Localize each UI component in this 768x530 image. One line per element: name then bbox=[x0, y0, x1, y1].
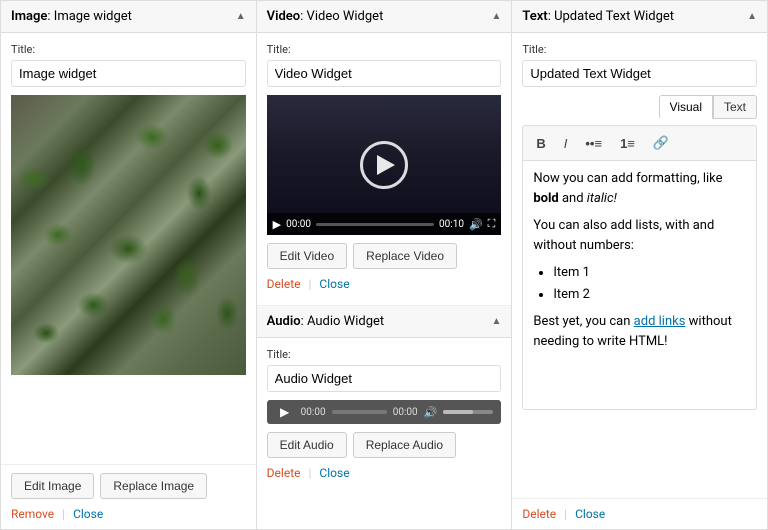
image-preview-inner bbox=[11, 95, 246, 375]
video-widget-body: Title: ▶ 00:00 00:10 🔊 bbox=[257, 33, 512, 301]
audio-time-current: 00:00 bbox=[301, 407, 326, 418]
editor-list-item-1: Item 1 bbox=[553, 263, 746, 283]
text-widget-title: Text: Updated Text Widget bbox=[522, 9, 674, 24]
audio-widget-collapse[interactable]: ▲ bbox=[491, 316, 501, 327]
text-close-link[interactable]: Close bbox=[575, 507, 605, 521]
video-widget-section: Video: Video Widget ▲ Title: ▶ 00:00 bbox=[257, 1, 512, 301]
video-btn-row: Edit Video Replace Video bbox=[267, 243, 502, 269]
tab-text[interactable]: Text bbox=[713, 95, 757, 119]
tab-visual[interactable]: Visual bbox=[659, 95, 713, 119]
video-widget-title: Video: Video Widget bbox=[267, 9, 384, 24]
text-widget-body: Title: Visual Text B I ••≡ 1≡ 🔗 Now you … bbox=[512, 33, 767, 498]
video-progress-bar[interactable] bbox=[316, 223, 434, 226]
video-time-current: 00:00 bbox=[286, 219, 311, 230]
editor-para-3: Best yet, you can add links without need… bbox=[533, 312, 746, 351]
image-title-label: Title: bbox=[11, 43, 246, 56]
edit-image-button[interactable]: Edit Image bbox=[11, 473, 94, 499]
audio-title-label: Title: bbox=[267, 348, 502, 361]
middle-panel-inner: Video: Video Widget ▲ Title: ▶ 00:00 bbox=[257, 1, 512, 529]
ivy-overlay bbox=[11, 95, 246, 375]
image-widget-footer: Edit Image Replace Image Remove | Close bbox=[1, 464, 256, 529]
audio-close-link[interactable]: Close bbox=[319, 466, 349, 480]
image-preview bbox=[11, 95, 246, 375]
audio-widget-header: Audio: Audio Widget ▲ bbox=[257, 306, 512, 338]
image-link-row: Remove | Close bbox=[11, 507, 246, 521]
audio-progress-bar[interactable] bbox=[332, 410, 387, 414]
text-widget-panel: Text: Updated Text Widget ▲ Title: Visua… bbox=[512, 0, 768, 530]
audio-volume-icon[interactable]: 🔊 bbox=[424, 406, 438, 419]
edit-video-button[interactable]: Edit Video bbox=[267, 243, 348, 269]
image-close-link[interactable]: Close bbox=[73, 507, 103, 521]
image-widget-panel: Image: Image widget ▲ Title: Edit Image … bbox=[0, 0, 257, 530]
replace-video-button[interactable]: Replace Video bbox=[353, 243, 457, 269]
image-title-input[interactable] bbox=[11, 60, 246, 87]
editor-list: Item 1 Item 2 bbox=[553, 263, 746, 304]
unordered-list-button[interactable]: ••≡ bbox=[578, 131, 609, 155]
video-widget-collapse[interactable]: ▲ bbox=[491, 11, 501, 22]
audio-widget-title: Audio: Audio Widget bbox=[267, 314, 384, 329]
audio-delete-link[interactable]: Delete bbox=[267, 466, 301, 480]
video-play-ctrl[interactable]: ▶ bbox=[273, 218, 281, 231]
image-widget-header: Image: Image widget ▲ bbox=[1, 1, 256, 33]
text-widget-footer: Delete | Close bbox=[512, 498, 767, 529]
audio-link-row: Delete | Close bbox=[267, 466, 502, 480]
video-controls: ▶ 00:00 00:10 🔊 ⛶ bbox=[267, 213, 502, 235]
editor-list-item-2: Item 2 bbox=[553, 285, 746, 305]
editor-para-1: Now you can add formatting, like bold an… bbox=[533, 169, 746, 208]
editor-tabs: Visual Text bbox=[522, 95, 757, 119]
editor-content[interactable]: Now you can add formatting, like bold an… bbox=[522, 160, 757, 410]
audio-play-button[interactable]: ▶ bbox=[275, 405, 295, 419]
audio-player: ▶ 00:00 00:00 🔊 bbox=[267, 400, 502, 424]
video-preview: ▶ 00:00 00:10 🔊 ⛶ bbox=[267, 95, 502, 235]
video-title-label: Title: bbox=[267, 43, 502, 56]
text-delete-link[interactable]: Delete bbox=[522, 507, 556, 521]
ordered-list-button[interactable]: 1≡ bbox=[613, 131, 642, 155]
editor-toolbar: B I ••≡ 1≡ 🔗 bbox=[522, 125, 757, 160]
audio-time-total: 00:00 bbox=[393, 407, 418, 418]
video-widget-header: Video: Video Widget ▲ bbox=[257, 1, 512, 33]
audio-widget-section: Audio: Audio Widget ▲ Title: ▶ 00:00 00:… bbox=[257, 305, 512, 490]
video-link-row: Delete | Close bbox=[267, 277, 502, 291]
text-link-row: Delete | Close bbox=[522, 507, 757, 521]
video-delete-link[interactable]: Delete bbox=[267, 277, 301, 291]
image-widget-title: Image: Image widget bbox=[11, 9, 132, 24]
bold-button[interactable]: B bbox=[529, 131, 552, 155]
audio-btn-row: Edit Audio Replace Audio bbox=[267, 432, 502, 458]
play-triangle-icon bbox=[377, 155, 395, 175]
image-btn-row: Edit Image Replace Image bbox=[11, 473, 246, 499]
replace-audio-button[interactable]: Replace Audio bbox=[353, 432, 456, 458]
link-button[interactable]: 🔗 bbox=[646, 131, 676, 155]
edit-audio-button[interactable]: Edit Audio bbox=[267, 432, 347, 458]
video-fullscreen-icon[interactable]: ⛶ bbox=[488, 217, 496, 231]
video-title-input[interactable] bbox=[267, 60, 502, 87]
audio-widget-body: Title: ▶ 00:00 00:00 🔊 Edit Audi bbox=[257, 338, 512, 490]
video-play-button[interactable] bbox=[360, 141, 408, 189]
video-close-link[interactable]: Close bbox=[319, 277, 349, 291]
video-volume-icon[interactable]: 🔊 bbox=[469, 218, 483, 231]
replace-image-button[interactable]: Replace Image bbox=[100, 473, 207, 499]
audio-volume-bar[interactable] bbox=[443, 410, 493, 414]
middle-panel: Video: Video Widget ▲ Title: ▶ 00:00 bbox=[257, 0, 513, 530]
audio-title-input[interactable] bbox=[267, 365, 502, 392]
editor-para-2: You can also add lists, with and without… bbox=[533, 216, 746, 255]
text-title-input[interactable] bbox=[522, 60, 757, 87]
audio-volume-fill bbox=[443, 410, 473, 414]
italic-button[interactable]: I bbox=[557, 131, 575, 155]
image-remove-link[interactable]: Remove bbox=[11, 507, 54, 521]
image-widget-collapse[interactable]: ▲ bbox=[236, 11, 246, 22]
editor-add-links[interactable]: add links bbox=[634, 314, 686, 329]
video-time-total: 00:10 bbox=[439, 219, 464, 230]
text-title-label: Title: bbox=[522, 43, 757, 56]
text-widget-header: Text: Updated Text Widget ▲ bbox=[512, 1, 767, 33]
text-widget-collapse[interactable]: ▲ bbox=[747, 11, 757, 22]
image-widget-body: Title: bbox=[1, 33, 256, 464]
